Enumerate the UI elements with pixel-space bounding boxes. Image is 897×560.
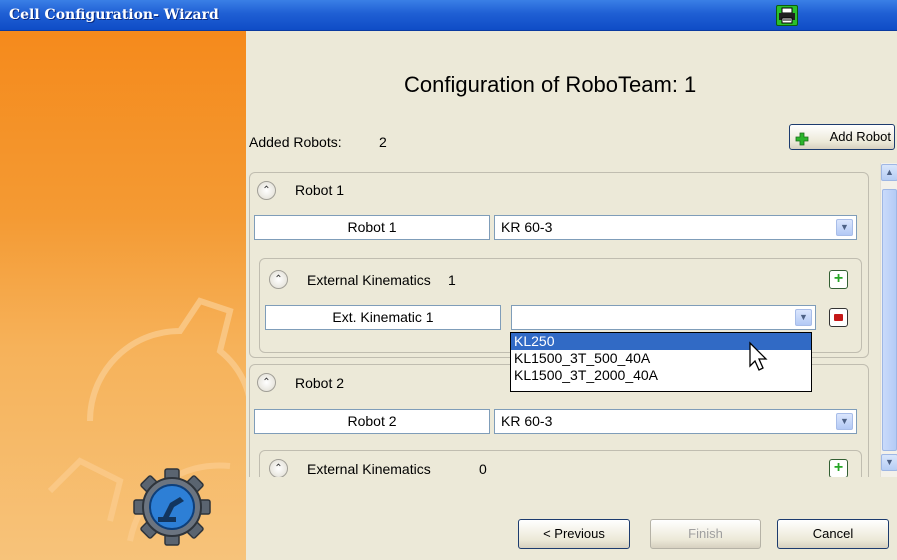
- chevron-down-icon[interactable]: ▼: [795, 309, 812, 326]
- robot-model-combo[interactable]: KR 60-3 ▼: [494, 409, 857, 434]
- robot-header-label: Robot 1: [295, 182, 345, 198]
- external-kinematics-label: External Kinematics: [307, 461, 431, 477]
- scrollbar-thumb[interactable]: [882, 189, 897, 451]
- window-title: Cell Configuration- Wizard: [9, 7, 219, 23]
- plus-icon: [795, 130, 809, 146]
- external-kinematics-count: 0: [479, 461, 487, 477]
- robot-header-label: Robot 2: [295, 375, 345, 391]
- delete-icon[interactable]: [829, 308, 848, 327]
- chevron-up-icon[interactable]: ⌃: [257, 181, 276, 200]
- added-robots-count: 2: [379, 134, 387, 150]
- external-kinematics-count: 1: [448, 272, 456, 288]
- plus-icon[interactable]: +: [829, 459, 848, 477]
- printer-icon[interactable]: [776, 5, 798, 26]
- ext-kinematic-combo[interactable]: ▼: [511, 305, 816, 330]
- finish-button[interactable]: Finish: [650, 519, 761, 549]
- cancel-button[interactable]: Cancel: [777, 519, 889, 549]
- gear-robot-icon: [133, 468, 211, 546]
- external-kinematics-label: External Kinematics: [307, 272, 431, 288]
- ext-kinematic-name-field[interactable]: Ext. Kinematic 1: [265, 305, 501, 330]
- chevron-up-icon[interactable]: ⌃: [269, 270, 288, 289]
- mouse-cursor-icon: [749, 341, 768, 371]
- chevron-up-icon[interactable]: ⌃: [269, 459, 288, 477]
- add-robot-button[interactable]: Add Robot: [789, 124, 895, 150]
- robot-model-combo[interactable]: KR 60-3 ▼: [494, 215, 857, 240]
- chevron-up-icon[interactable]: ⌃: [257, 373, 276, 392]
- wizard-sidebar: [0, 31, 246, 560]
- robots-list[interactable]: ⌃ Robot 1 Robot 1 KR 60-3 ▼ ⌃ External K…: [249, 163, 879, 477]
- previous-button[interactable]: < Previous: [518, 519, 630, 549]
- added-robots-label: Added Robots:: [249, 134, 342, 150]
- chevron-down-icon[interactable]: ▼: [836, 219, 853, 236]
- external-kinematics-group: ⌃ External Kinematics 0 +: [259, 450, 862, 477]
- robot-model-value: KR 60-3: [501, 413, 553, 429]
- vertical-scrollbar[interactable]: ▲ ▼: [880, 163, 897, 477]
- robot-model-value: KR 60-3: [501, 219, 553, 235]
- title-bar: Cell Configuration- Wizard: [0, 0, 897, 31]
- add-robot-label: Add Robot: [829, 129, 891, 144]
- page-title: Configuration of RoboTeam: 1: [404, 72, 697, 97]
- plus-icon[interactable]: +: [829, 270, 848, 289]
- chevron-down-icon[interactable]: ▼: [836, 413, 853, 430]
- robot-group-1: ⌃ Robot 1 Robot 1 KR 60-3 ▼ ⌃ External K…: [249, 172, 869, 358]
- chevron-down-icon[interactable]: ▼: [881, 454, 897, 471]
- chevron-up-icon[interactable]: ▲: [881, 164, 897, 181]
- robot-name-field[interactable]: Robot 1: [254, 215, 490, 240]
- robot-name-field[interactable]: Robot 2: [254, 409, 490, 434]
